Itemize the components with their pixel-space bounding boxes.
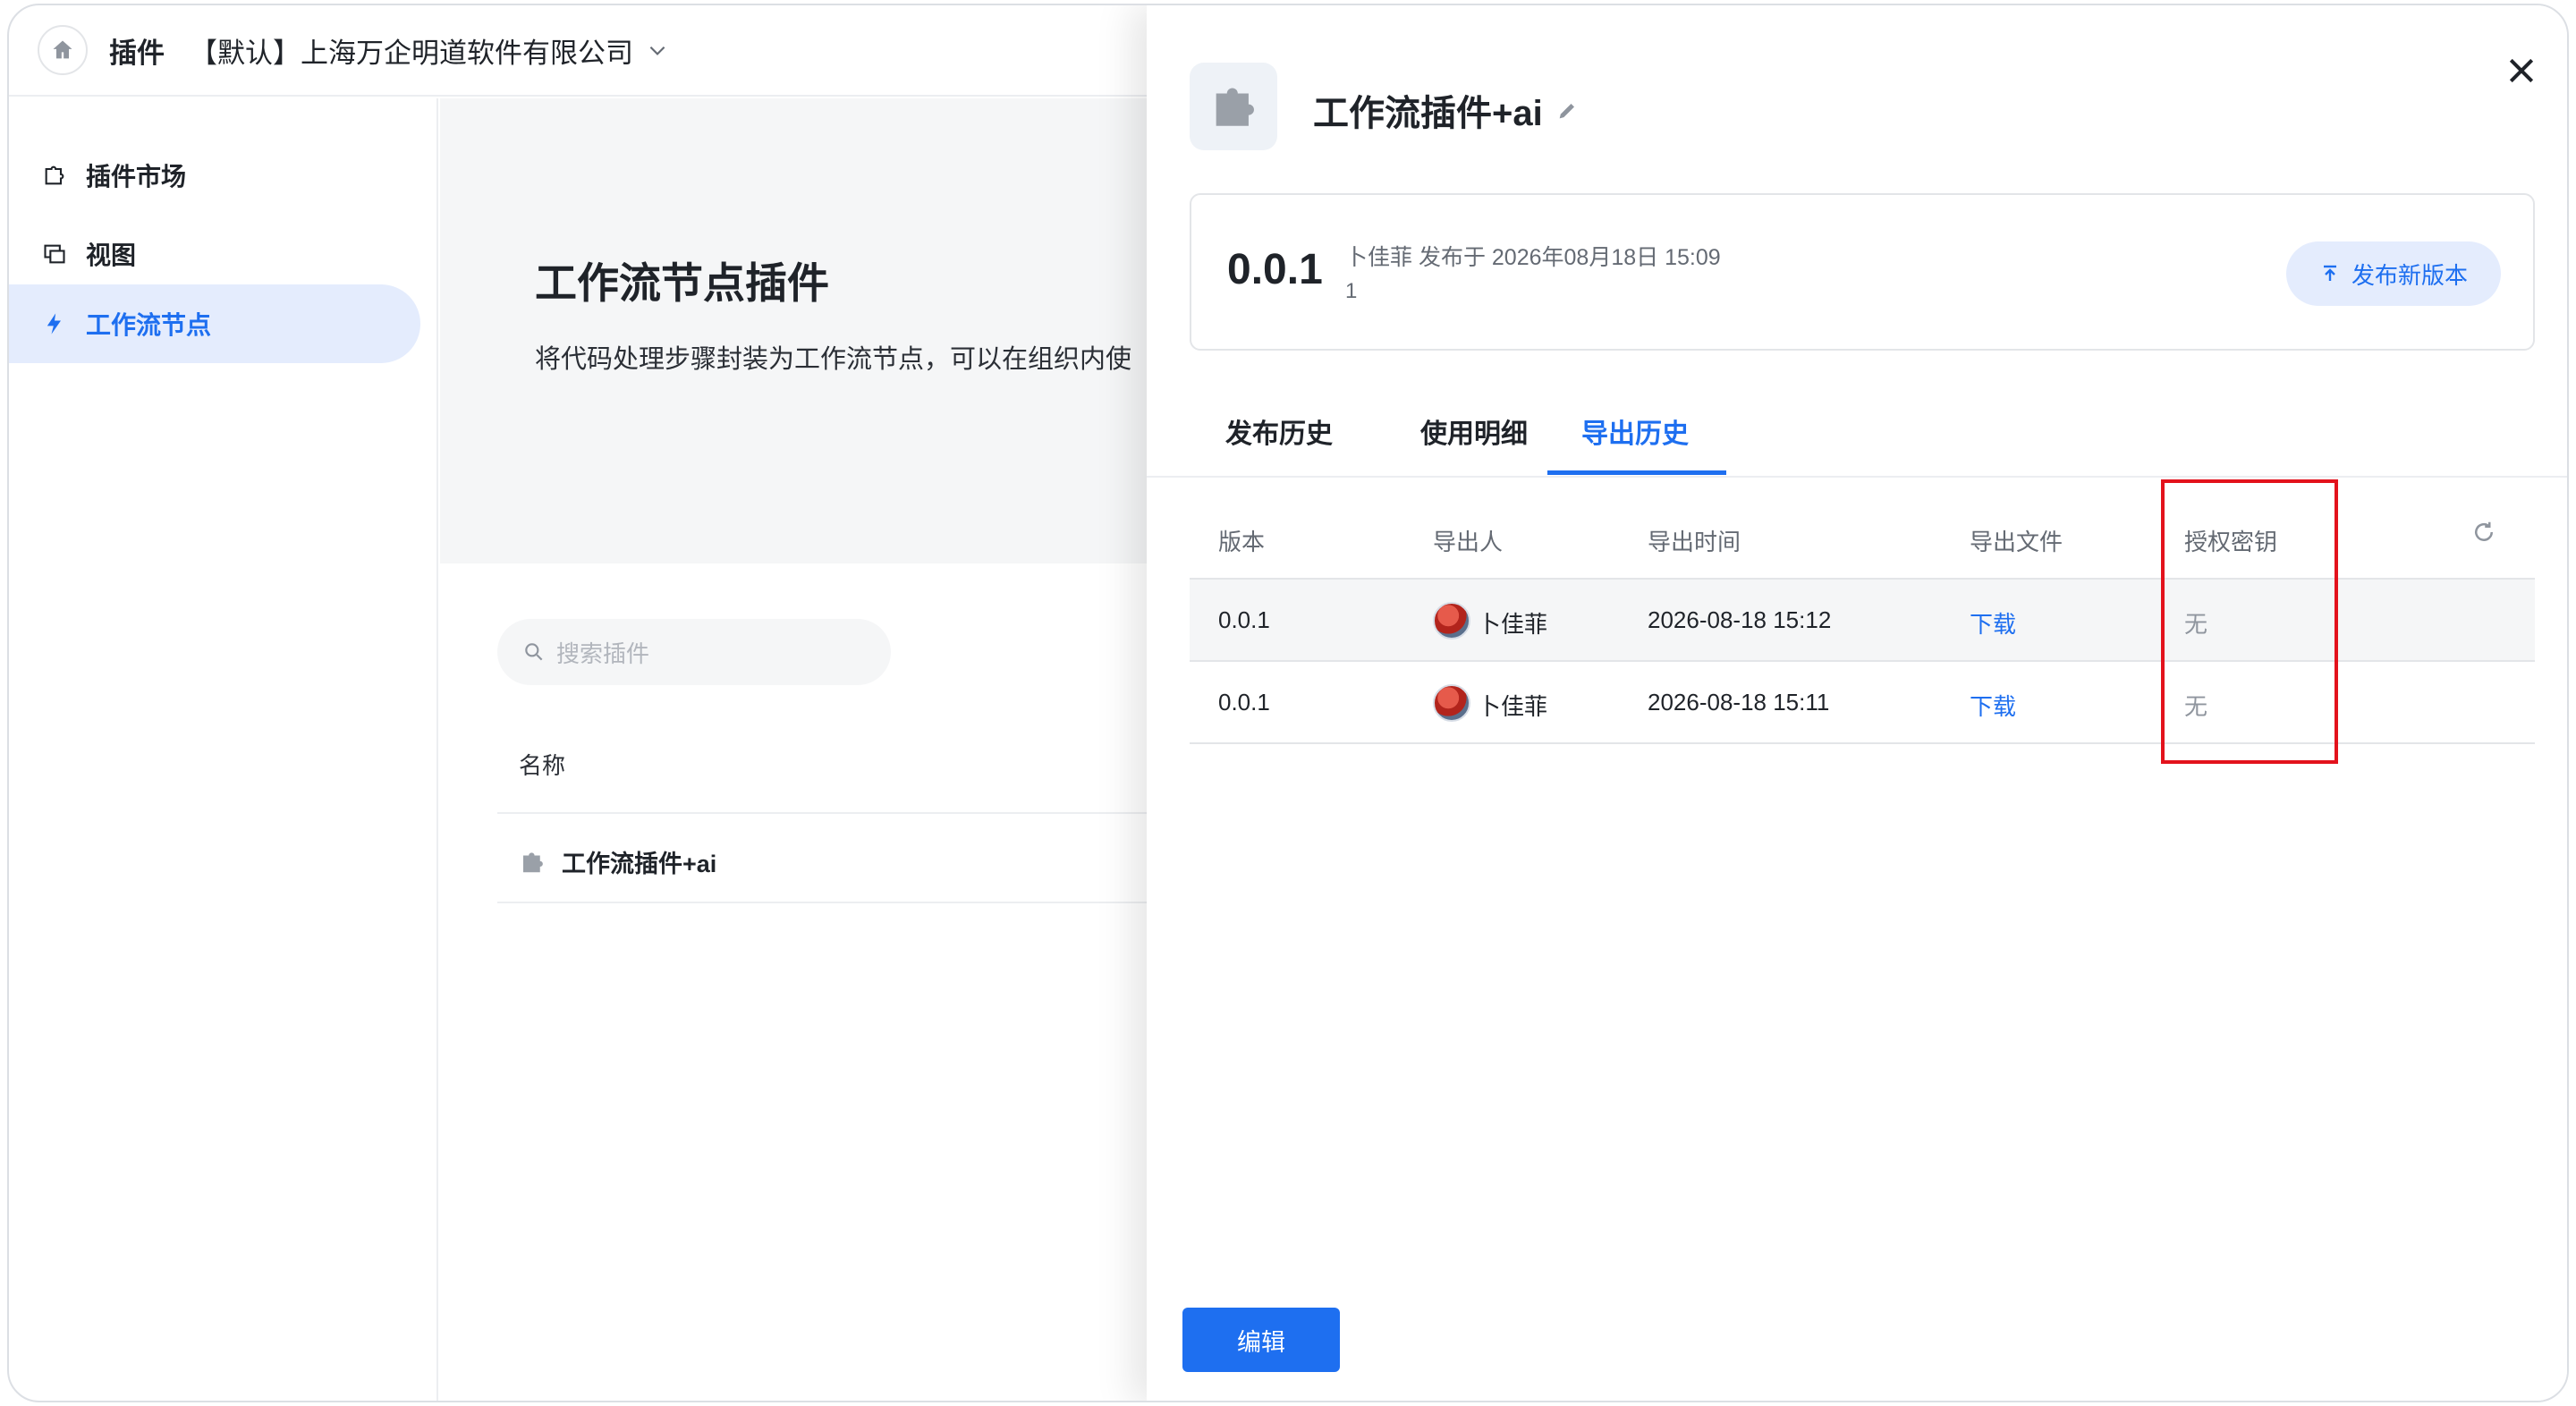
close-icon[interactable] (2499, 48, 2544, 93)
version-note: 1 (1345, 279, 1358, 303)
version-cell: 0.0.1 (1218, 689, 1270, 716)
sidebar-item-plugin-market[interactable]: 插件市场 (9, 136, 420, 215)
time-cell: 2026-08-18 15:11 (1648, 689, 1830, 716)
column-header: 导出时间 (1648, 529, 1741, 555)
app-title: 插件 (109, 37, 165, 69)
avatar (1433, 601, 1470, 639)
search-icon (522, 640, 546, 664)
tab-publish-history[interactable]: 发布历史 (1225, 411, 1333, 451)
tab-export-history[interactable]: 导出历史 (1581, 411, 1689, 451)
annotation-highlight-box (2161, 479, 2338, 764)
search-placeholder: 搜索插件 (556, 639, 650, 667)
download-link[interactable]: 下载 (1970, 606, 2016, 639)
sidebar-item-label: 插件市场 (86, 163, 187, 191)
sidebar-item-workflow-node[interactable]: 工作流节点 (9, 284, 420, 363)
sidebar-item-view[interactable]: 视图 (9, 215, 420, 293)
refresh-icon[interactable] (2470, 519, 2497, 546)
tab-usage-details[interactable]: 使用明细 (1420, 411, 1528, 451)
workflow-node-icon (41, 310, 68, 337)
search-input[interactable]: 搜索插件 (497, 619, 891, 685)
sidebar-item-label: 工作流节点 (86, 311, 212, 339)
list-item[interactable]: 工作流插件+ai (519, 844, 716, 879)
user-cell: 卜佳菲 (1433, 683, 1548, 722)
app-window: 插件 【默认】上海万企明道软件有限公司 插件市场 视图 工作流节点 工作流节点插… (7, 4, 2569, 1402)
view-icon (41, 241, 68, 267)
tab-bar: 发布历史 使用明细 导出历史 (1190, 390, 2535, 476)
download-link[interactable]: 下载 (1970, 689, 2016, 722)
plugin-detail-drawer: 工作流插件+ai 0.0.1 卜佳菲 发布于 2026年08月18日 15:09… (1147, 5, 2567, 1401)
edit-button[interactable]: 编辑 (1182, 1308, 1340, 1372)
avatar (1433, 683, 1470, 722)
user-name: 卜佳菲 (1478, 611, 1548, 638)
page-description: 将代码处理步骤封装为工作流节点，可以在组织内使 (535, 345, 1132, 374)
plugin-title: 工作流插件+ai (1313, 94, 1543, 133)
edit-name-icon[interactable] (1555, 97, 1580, 123)
column-header: 版本 (1218, 529, 1266, 555)
sidebar: 插件市场 视图 工作流节点 (9, 98, 438, 1401)
plugin-icon (1190, 63, 1277, 150)
column-header: 导出文件 (1970, 529, 2063, 555)
divider (497, 812, 1213, 814)
divider (1147, 476, 2567, 478)
active-tab-indicator (1547, 470, 1726, 475)
page-title: 工作流节点插件 (535, 259, 829, 307)
chevron-down-icon[interactable] (646, 38, 669, 62)
version-cell: 0.0.1 (1218, 606, 1270, 633)
drawer-title: 工作流插件+ai (1313, 84, 1580, 136)
divider (497, 902, 1213, 903)
publish-new-version-button[interactable]: 发布新版本 (2286, 241, 2501, 306)
publish-meta: 卜佳菲 发布于 2026年08月18日 15:09 (1345, 245, 1721, 270)
plugin-name: 工作流插件+ai (562, 851, 717, 877)
upload-icon (2319, 263, 2341, 284)
home-icon (53, 40, 72, 59)
current-version: 0.0.1 (1227, 246, 1323, 293)
home-button[interactable] (38, 25, 88, 75)
plugin-icon (519, 849, 546, 876)
sidebar-item-label: 视图 (86, 241, 137, 269)
version-card: 0.0.1 卜佳菲 发布于 2026年08月18日 15:09 1 发布新版本 (1190, 193, 2535, 351)
publish-button-label: 发布新版本 (2351, 261, 2468, 289)
column-header-name: 名称 (519, 752, 566, 779)
org-selector[interactable]: 【默认】上海万企明道软件有限公司 (190, 30, 633, 71)
plugin-market-icon (41, 162, 68, 189)
user-name: 卜佳菲 (1478, 693, 1548, 720)
user-cell: 卜佳菲 (1433, 601, 1548, 639)
time-cell: 2026-08-18 15:12 (1648, 606, 1832, 633)
column-header: 导出人 (1433, 529, 1504, 555)
